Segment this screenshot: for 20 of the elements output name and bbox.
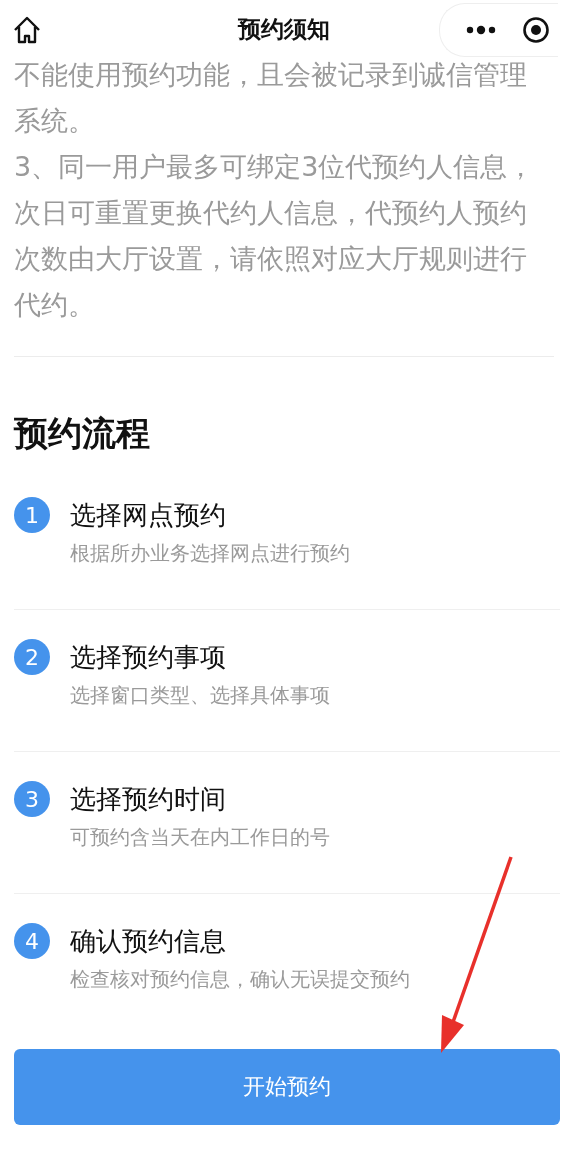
start-button[interactable]: 开始预约 (14, 1049, 560, 1125)
step-number: 2 (14, 639, 50, 675)
step-description: 可预约含当天在内工作日的号 (70, 824, 330, 851)
notice-text: 不能使用预约功能，且会被记录到诚信管理系统。 (14, 58, 528, 138)
step-number: 3 (14, 781, 50, 817)
more-icon[interactable] (466, 25, 496, 35)
section-heading: 预约流程 (14, 412, 151, 455)
home-icon[interactable] (12, 15, 42, 45)
notice-text: 3、同一用户最多可绑定3位代预约人信息，次日可重置更换代约人信息，代预约人预约次数由大厅设置，请依照对应大厅规则进行代约。 (14, 150, 536, 322)
step-description: 检查核对预约信息，确认无误提交预约 (70, 966, 410, 993)
step-description: 根据所办业务选择网点进行预约 (70, 540, 350, 567)
step-description: 选择窗口类型、选择具体事项 (70, 682, 330, 709)
step-number: 4 (14, 923, 50, 959)
target-icon[interactable] (522, 16, 550, 44)
step-title: 选择预约时间 (70, 783, 227, 816)
step-title: 选择预约事项 (70, 641, 227, 674)
page-title: 预约须知 (238, 15, 330, 44)
step-number: 1 (14, 497, 50, 533)
step-title: 选择网点预约 (70, 499, 227, 532)
step-title: 确认预约信息 (70, 925, 227, 958)
